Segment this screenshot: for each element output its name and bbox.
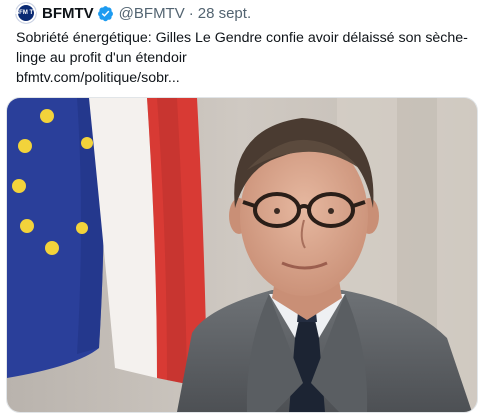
- tweet-text: Sobriété énergétique: Gilles Le Gendre c…: [16, 28, 472, 68]
- article-link[interactable]: bfmtv.com/politique/sobr...: [16, 68, 180, 88]
- photo: [7, 98, 477, 412]
- author-handle[interactable]: @BFMTV: [119, 5, 185, 22]
- author-name[interactable]: BFMTV: [42, 5, 94, 22]
- separator-dot: ·: [188, 4, 194, 22]
- tweet-card[interactable]: BFM TV BFMTV @BFMTV · 28 sept. Sobriété …: [0, 0, 482, 418]
- tweet-text-line-1: Sobriété énergétique: Gilles Le Gendre c…: [16, 30, 468, 46]
- tweet-media-image[interactable]: [6, 97, 478, 413]
- tweet-date[interactable]: 28 sept.: [198, 5, 251, 22]
- tweet-text-line-2: linge au profit d'un étendoir: [16, 50, 187, 66]
- verified-badge-icon: [97, 5, 114, 22]
- avatar[interactable]: BFM TV: [15, 3, 37, 23]
- tweet-header: BFM TV BFMTV @BFMTV · 28 sept.: [15, 3, 251, 23]
